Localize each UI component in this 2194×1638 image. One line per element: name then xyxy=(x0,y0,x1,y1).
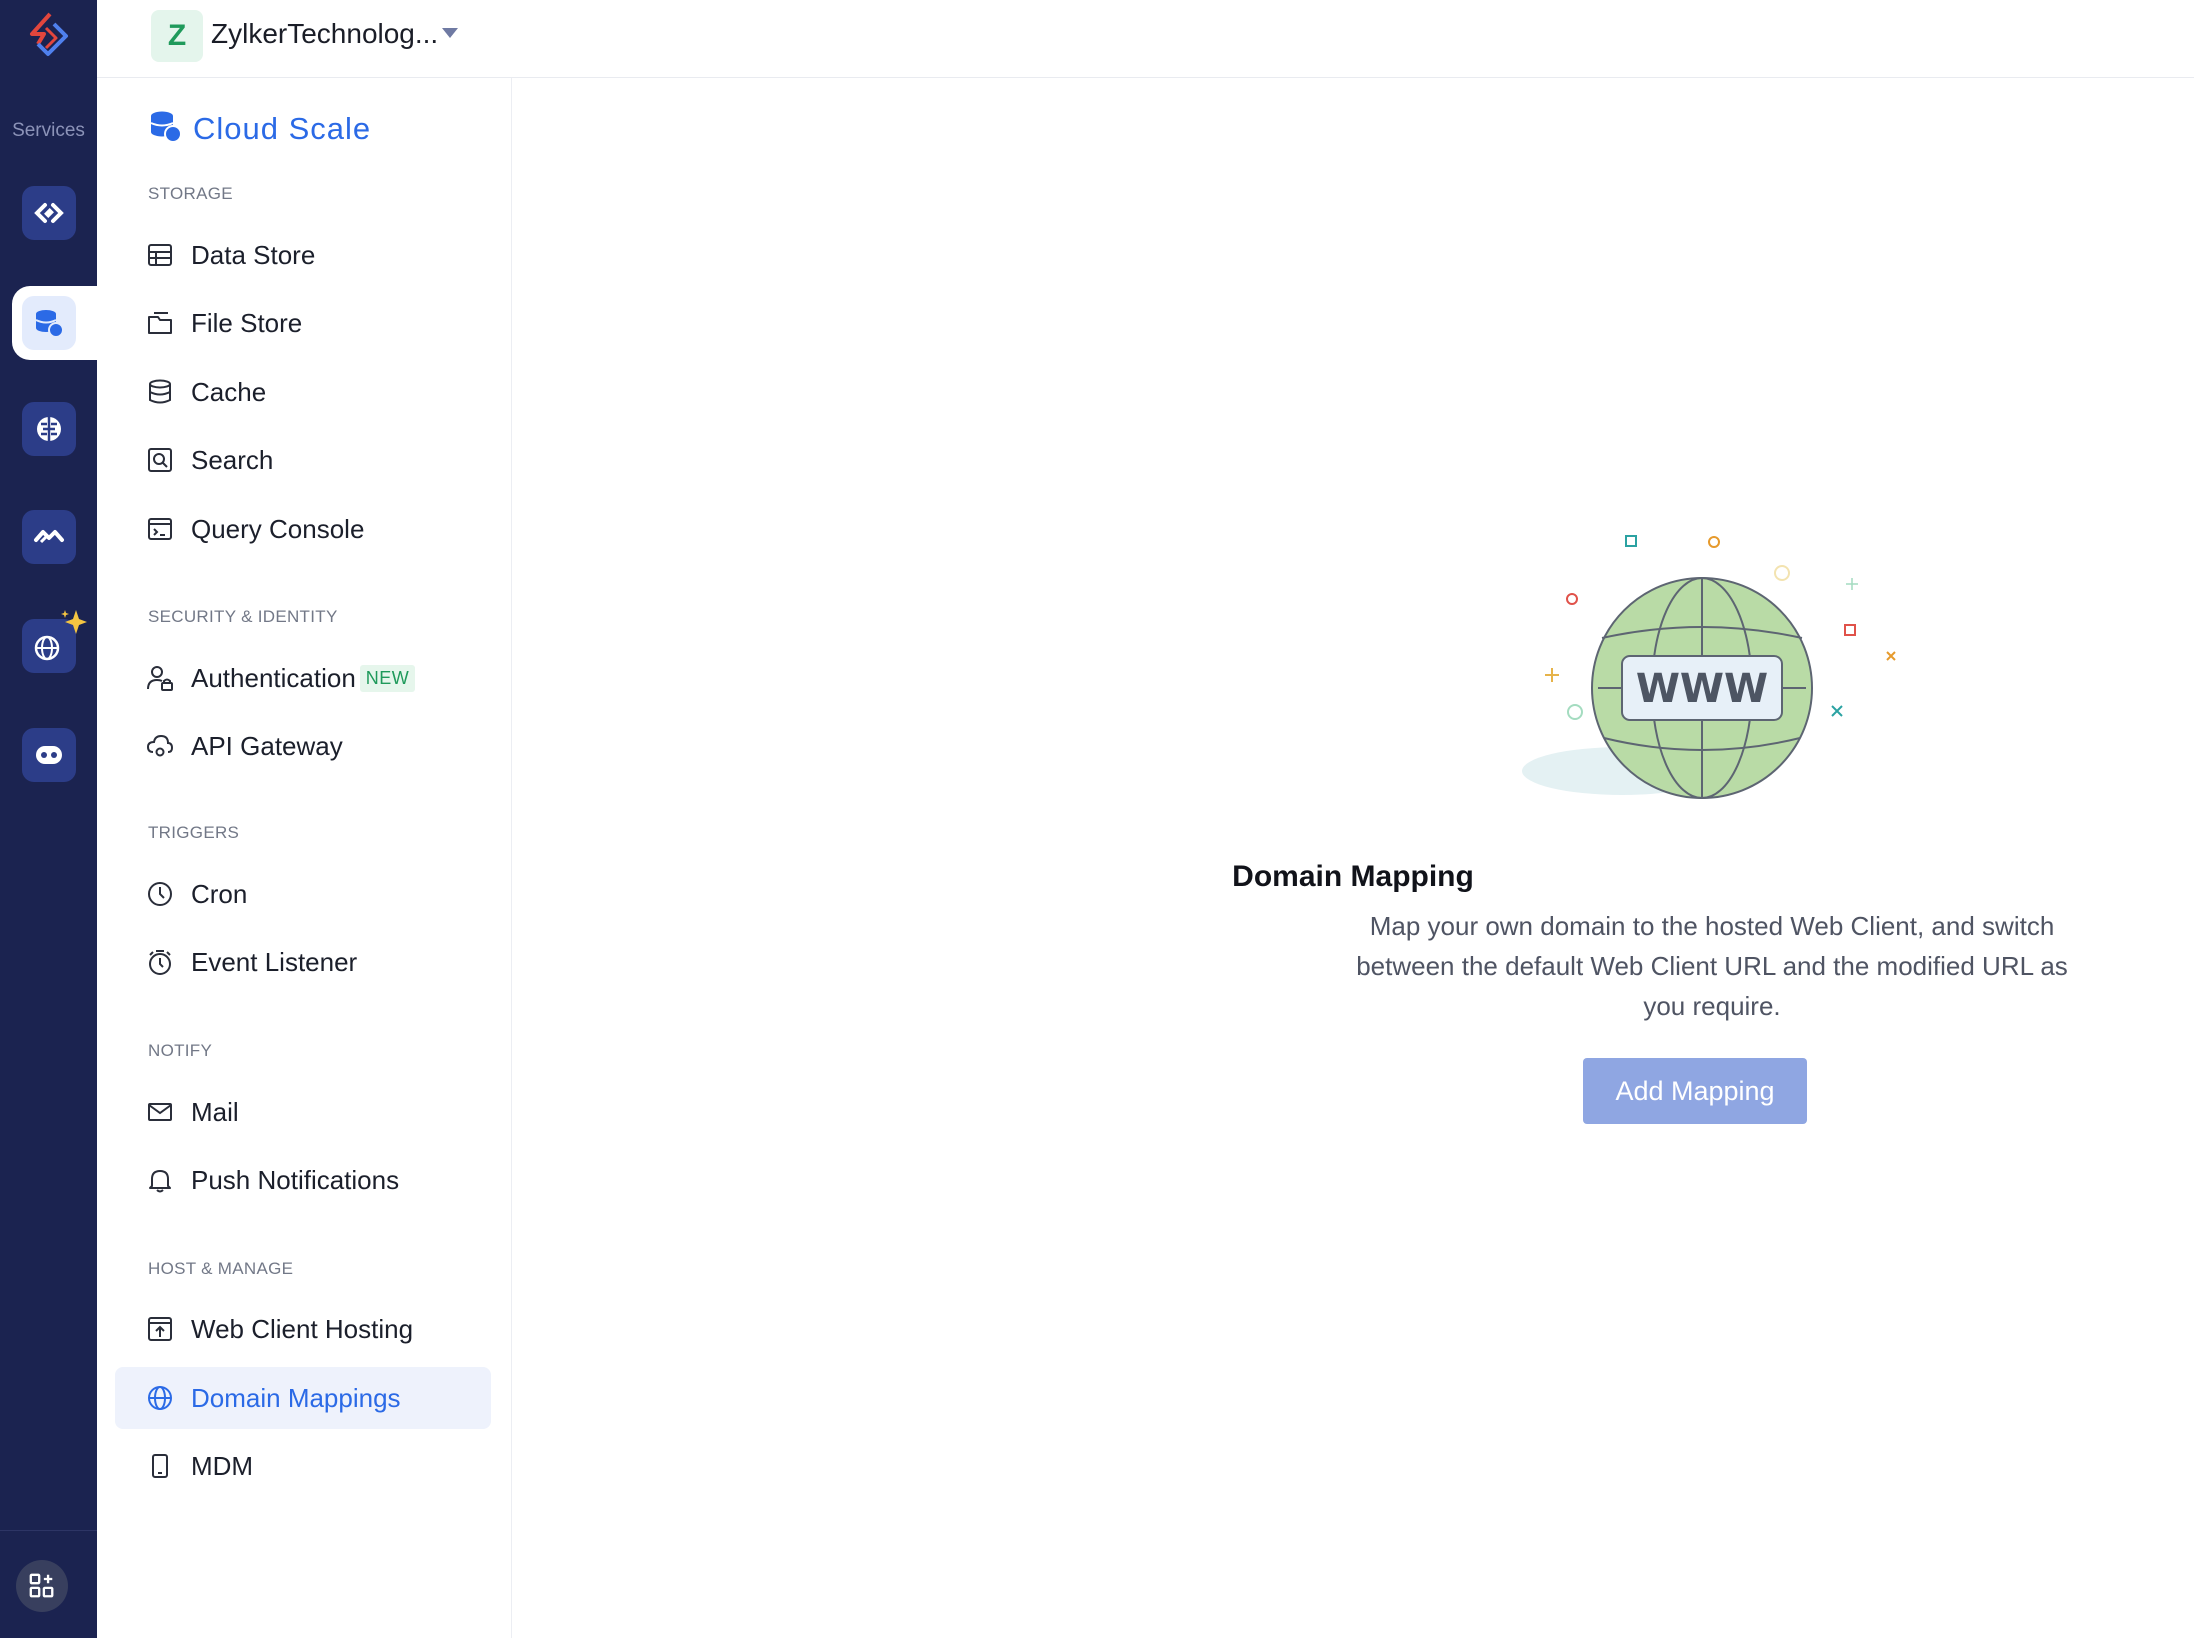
sidebar-item-label: MDM xyxy=(191,1450,254,1481)
bell-icon xyxy=(145,1165,175,1195)
rail-divider xyxy=(0,1530,97,1531)
sidebar-item-label: Data Store xyxy=(191,239,316,270)
sidebar-item-query-console[interactable]: Query Console xyxy=(115,498,491,560)
new-badge: NEW xyxy=(359,664,416,692)
sidebar-item-mdm[interactable]: MDM xyxy=(115,1435,491,1497)
section-security-identity: SECURITY & IDENTITY xyxy=(148,607,338,626)
ai-brain-icon[interactable] xyxy=(22,402,76,456)
sidebar-title: Cloud Scale xyxy=(193,110,372,146)
sidebar-item-label: Search xyxy=(191,444,274,475)
sidebar-item-domain-mappings[interactable]: Domain Mappings xyxy=(115,1367,491,1429)
section-host-manage: HOST & MANAGE xyxy=(148,1259,294,1278)
sidebar-item-push-notifications[interactable]: Push Notifications xyxy=(115,1149,491,1211)
sidebar-item-event-listener[interactable]: Event Listener xyxy=(115,931,491,993)
search-icon xyxy=(145,445,175,475)
sidebar-item-label: Domain Mappings xyxy=(191,1382,401,1413)
serverless-code-icon[interactable] xyxy=(22,186,76,240)
table-icon xyxy=(145,240,175,270)
empty-state-title-wrap: Domain Mapping xyxy=(512,860,2194,894)
sidebar-item-search[interactable]: Search xyxy=(115,429,491,491)
org-switcher-name[interactable]: ZylkerTechnolog... xyxy=(211,18,438,50)
section-notify: NOTIFY xyxy=(148,1041,213,1060)
sidebar-item-label: Cron xyxy=(191,878,248,909)
sidebar-item-file-store[interactable]: File Store xyxy=(115,292,491,354)
sparkle-icon xyxy=(58,608,88,638)
user-lock-icon xyxy=(145,663,175,693)
cloud-gear-icon xyxy=(145,731,175,761)
catalyst-logo-icon[interactable] xyxy=(24,10,74,62)
www-label: WWW xyxy=(1636,666,1768,712)
clock-icon xyxy=(145,879,175,909)
mail-icon xyxy=(145,1097,175,1127)
sidebar-item-label: Push Notifications xyxy=(191,1164,400,1195)
main-content: WWW Domain Mapping Map your own domain t… xyxy=(512,78,2194,1638)
sidebar-item-label: Authentication xyxy=(191,662,356,693)
apps-grid-icon[interactable] xyxy=(16,1560,68,1612)
sidebar-header: Cloud Scale xyxy=(147,108,371,149)
add-mapping-button[interactable]: Add Mapping xyxy=(1583,1058,1807,1124)
rail-active-tab xyxy=(12,286,98,360)
pipelines-link-icon[interactable] xyxy=(22,510,76,564)
cloud-scale-icon xyxy=(147,108,183,149)
sidebar-item-label: Cache xyxy=(191,376,267,407)
cloud-scale-sidebar: Cloud Scale STORAGE Data Store File Stor… xyxy=(97,78,512,1638)
sidebar-item-label: Event Listener xyxy=(191,946,358,977)
sidebar-item-label: Mail xyxy=(191,1096,239,1127)
chatbot-icon[interactable] xyxy=(22,728,76,782)
sidebar-item-api-gateway[interactable]: API Gateway xyxy=(115,715,491,777)
upload-window-icon xyxy=(145,1314,175,1344)
sidebar-item-label: Query Console xyxy=(191,513,365,544)
sidebar-item-cache[interactable]: Cache xyxy=(115,361,491,423)
services-rail: Services xyxy=(0,0,98,1638)
section-storage: STORAGE xyxy=(148,184,233,203)
sidebar-item-label: Web Client Hosting xyxy=(191,1313,414,1344)
sidebar-item-mail[interactable]: Mail xyxy=(115,1081,491,1143)
empty-state-description: Map your own domain to the hosted Web Cl… xyxy=(1356,911,2068,1021)
database-icon xyxy=(145,377,175,407)
empty-state-title: Domain Mapping xyxy=(1232,860,1474,893)
folder-icon xyxy=(145,308,175,338)
sidebar-item-cron[interactable]: Cron xyxy=(115,863,491,925)
sidebar-item-data-store[interactable]: Data Store xyxy=(115,224,491,286)
cloud-scale-database-icon[interactable] xyxy=(22,296,76,350)
top-header: Z ZylkerTechnolog... xyxy=(97,0,2194,78)
caret-down-icon[interactable] xyxy=(442,28,458,38)
mobile-device-icon xyxy=(145,1451,175,1481)
sidebar-item-label: API Gateway xyxy=(191,730,343,761)
stopwatch-icon xyxy=(145,947,175,977)
sidebar-item-authentication[interactable]: Authentication NEW xyxy=(115,647,491,709)
section-triggers: TRIGGERS xyxy=(148,823,240,842)
org-avatar[interactable]: Z xyxy=(151,10,203,62)
domain-globe-illustration: WWW xyxy=(1502,516,1942,816)
sidebar-item-label: File Store xyxy=(191,307,303,338)
globe-icon xyxy=(145,1383,175,1413)
services-label: Services xyxy=(12,120,85,141)
terminal-icon xyxy=(145,514,175,544)
sidebar-item-web-client-hosting[interactable]: Web Client Hosting xyxy=(115,1298,491,1360)
